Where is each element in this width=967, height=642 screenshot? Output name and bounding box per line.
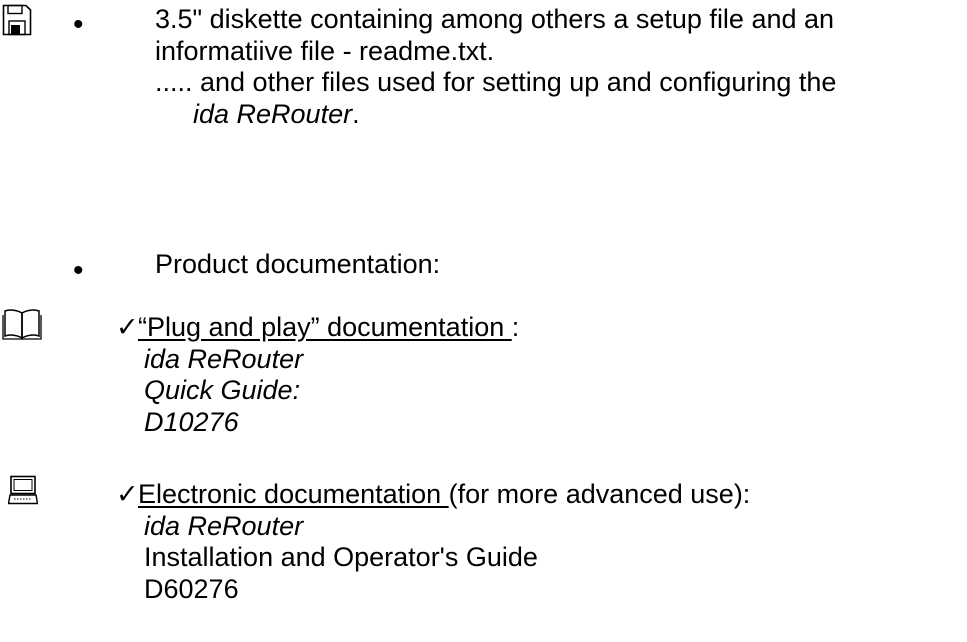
period: . [352,98,360,129]
product-name: ida ReRouter [193,98,353,129]
colon: : [511,312,520,342]
bullet: • [73,8,84,41]
electronic-doc-code: D60276 [144,573,239,604]
electronic-doc-name: Installation and Operator's Guide [144,542,538,573]
plug-and-play-title-line: ✓“Plug and play” documentation : [116,312,519,344]
electronic-documentation-entry: ✓Electronic documentation (for more adva… [116,479,750,605]
check-icon: ✓ [116,312,139,342]
diskette-line-3: ..... and other files used for setting u… [155,67,837,98]
open-book-icon [2,308,42,340]
diskette-description: 3.5" diskette containing among others a … [155,4,836,130]
electronic-suffix: (for more advanced use): [448,479,751,509]
plug-and-play-entry: ✓“Plug and play” documentation : ida ReR… [116,312,519,438]
plug-and-play-doc-code: D10276 [144,406,239,437]
floppy-disk-icon [2,4,32,36]
diskette-line-4: ida ReRouter. [155,99,836,131]
electronic-title: Electronic documentation [138,479,449,509]
plug-and-play-product: ida ReRouter [144,343,304,374]
computer-icon [8,475,38,505]
electronic-title-line: ✓Electronic documentation (for more adva… [116,479,750,511]
plug-and-play-doc-name: Quick Guide: [144,375,301,406]
product-documentation-label: Product documentation: [155,249,441,279]
check-icon: ✓ [116,479,139,509]
diskette-line-1: 3.5" diskette containing among others a … [155,4,835,34]
diskette-line-2: informatiive file - readme.txt. [155,35,495,66]
bullet: • [73,254,84,287]
electronic-product: ida ReRouter [144,510,304,541]
plug-and-play-title: “Plug and play” documentation [138,312,512,342]
